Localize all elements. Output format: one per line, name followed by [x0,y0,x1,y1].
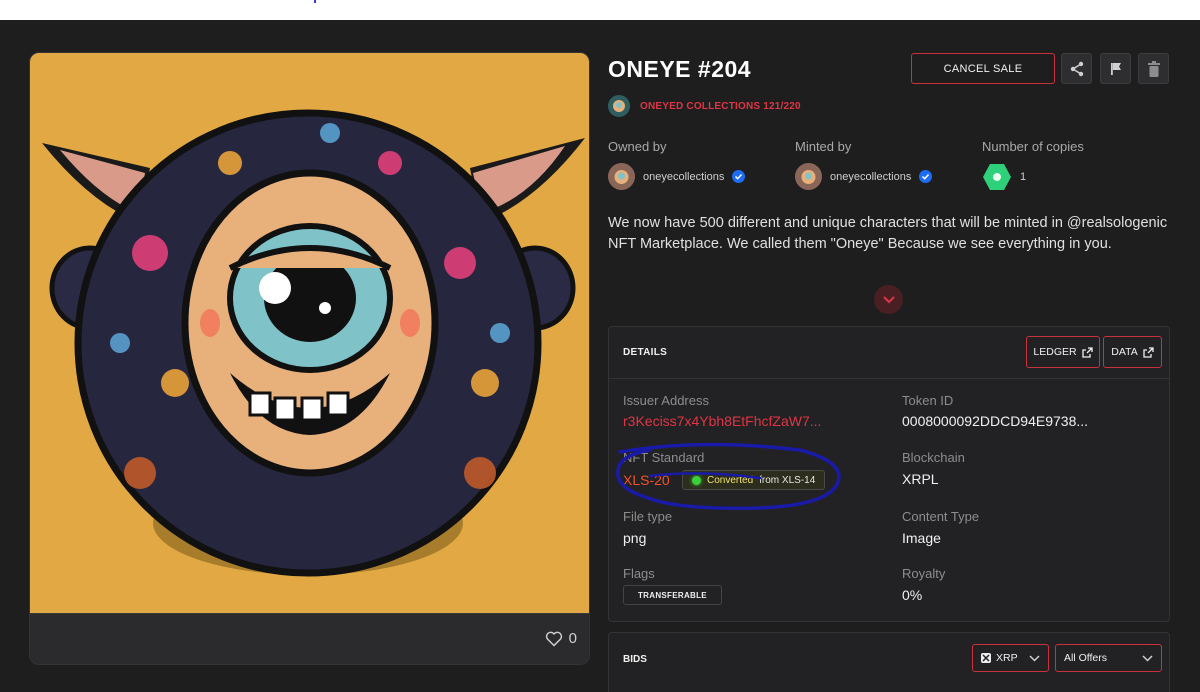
owner-avatar [608,163,635,190]
chevron-down-icon [1142,654,1153,662]
trash-icon [1147,60,1160,77]
token-id-label: Token ID [902,393,954,408]
offers-filter-select[interactable]: All Offers [1055,644,1162,672]
details-header: DETAILS LEDGER DATA [609,327,1169,379]
ledger-label: LEDGER [1033,346,1077,358]
content-type-label: Content Type [902,509,980,524]
currency-select[interactable]: XRP [972,644,1049,672]
xrp-icon [981,653,991,663]
issuer-address-label: Issuer Address [623,393,709,408]
top-strip-mark [314,0,316,3]
collection-avatar [608,95,630,117]
copies-value-group: 1 [982,163,1026,191]
details-title: DETAILS [623,347,668,358]
nft-standard-label: NFT Standard [623,450,705,465]
currency-value: XRP [996,652,1018,664]
blockchain-label: Blockchain [902,450,965,465]
offers-filter-value: All Offers [1064,652,1107,664]
royalty-value: 0% [902,587,923,603]
expand-description-button[interactable] [874,285,903,314]
file-type-value: png [623,530,647,546]
flag-icon [1110,62,1121,75]
data-label: DATA [1111,346,1138,358]
nft-standard-value: XLS-20 [623,472,670,488]
chevron-down-icon [1029,654,1040,662]
external-link-icon [1081,346,1093,358]
bids-title: BIDS [623,654,647,665]
flag-badge: TRANSFERABLE [623,585,722,605]
cancel-sale-button[interactable]: CANCEL SALE [911,53,1055,84]
minter-link[interactable]: oneyecollections [795,163,933,190]
minted-by-label: Minted by [795,139,852,154]
converted-badge: Converted from XLS-14 [682,470,826,490]
chevron-down-icon [882,295,895,303]
copies-count: 1 [1020,171,1027,183]
converted-highlight: Converted [707,474,754,486]
verified-icon [732,170,746,183]
delete-button[interactable] [1138,53,1169,84]
ledger-button[interactable]: LEDGER [1026,336,1100,368]
nft-title: ONEYE #204 [608,56,752,82]
blockchain-value: XRPL [902,471,939,487]
owned-by-label: Owned by [608,139,667,154]
flags-label: Flags [623,566,655,581]
bids-panel: BIDS XRP All Offers [608,632,1170,692]
collection-name: ONEYED COLLECTIONS 121/220 [640,100,801,112]
converted-from: from XLS-14 [759,474,816,486]
issuer-address-link[interactable]: r3Keciss7x4Ybh8EtFhcfZaW7... [623,413,821,429]
nft-artwork-image[interactable] [30,53,590,613]
status-dot-icon [692,475,701,485]
image-card-footer: 0 [30,613,589,664]
royalty-label: Royalty [902,566,946,581]
collection-link[interactable]: ONEYED COLLECTIONS 121/220 [608,95,801,117]
nft-description: We now have 500 different and unique cha… [608,215,1168,252]
content-type-value: Image [902,530,941,546]
owner-name: oneyecollections [643,170,725,183]
nft-image-card: 0 [29,52,590,665]
data-button[interactable]: DATA [1103,336,1162,368]
browser-top-strip [0,0,1200,20]
external-link-icon [1143,346,1154,358]
minter-avatar [795,163,822,190]
token-id-value: 0008000092DDCD94E9738... [902,413,1089,429]
share-icon [1070,61,1083,76]
verified-icon [919,170,933,183]
file-type-label: File type [623,509,673,524]
heart-icon [545,631,562,647]
report-button[interactable] [1100,53,1131,84]
minter-name: oneyecollections [830,170,912,183]
copies-label: Number of copies [982,139,1084,154]
like-count: 0 [568,630,577,647]
owner-link[interactable]: oneyecollections [608,163,746,190]
share-button[interactable] [1061,53,1092,84]
copies-gem-icon [983,164,1011,190]
like-button[interactable]: 0 [545,630,577,647]
